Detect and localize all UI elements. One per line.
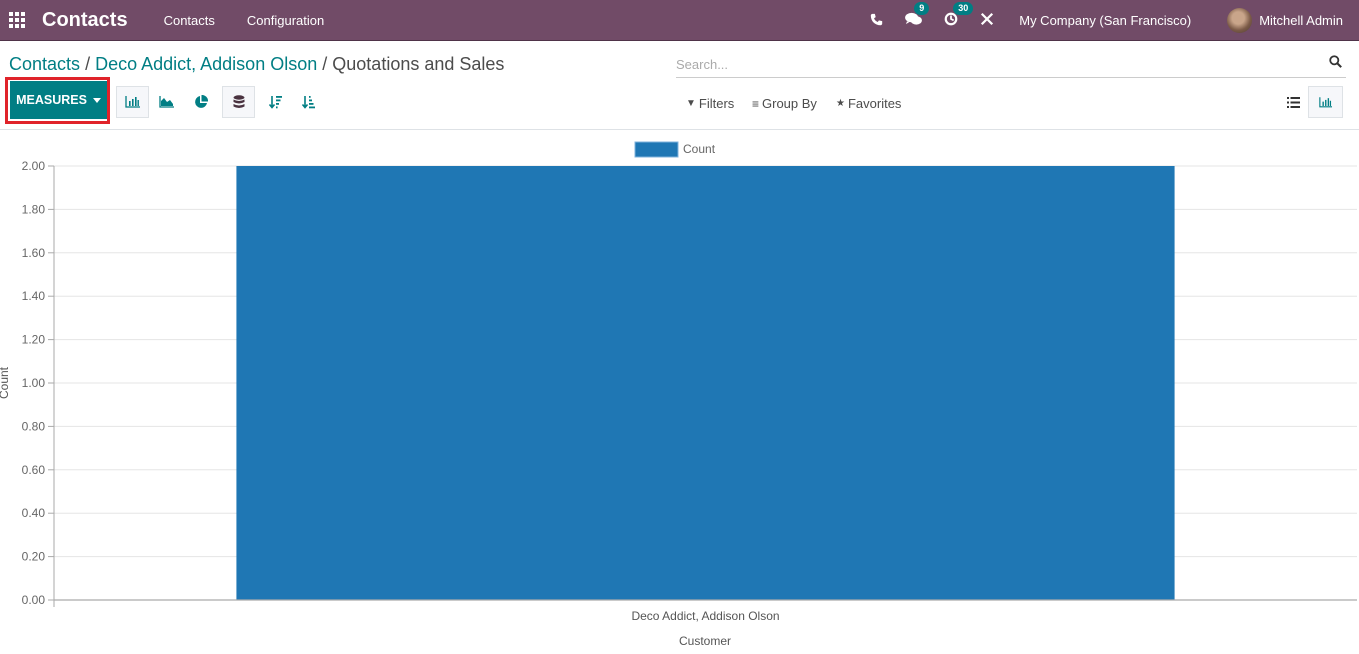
stacked-button[interactable]: [222, 86, 255, 118]
y-tick-labels: 0.00 0.20 0.40 0.60 0.80 1.00 1.20 1.40 1.60 1.80…: [22, 159, 54, 607]
filters-label: Filters: [698, 96, 735, 111]
list-icon: [1287, 96, 1300, 108]
user-menu[interactable]: Mitchell Admin: [1227, 8, 1343, 33]
bar-chart: 0.00 0.20 0.40 0.60 0.80 1.00 1.20 1.40 1.60 1.80…: [0, 141, 1357, 648]
legend-label: Count: [683, 142, 716, 156]
search-icon[interactable]: [1329, 55, 1342, 71]
search-input[interactable]: [676, 52, 1316, 76]
pie-chart-icon: [194, 95, 208, 108]
y-tick-label: 0.00: [22, 593, 46, 607]
breadcrumb-partner[interactable]: Deco Addict, Addison Olson: [95, 54, 317, 74]
y-tick-label: 1.40: [22, 289, 46, 303]
top-navbar: Contacts Contacts Configuration 9 30 My …: [0, 0, 1359, 41]
activities-badge: 30: [953, 2, 974, 15]
phone-icon[interactable]: [870, 13, 883, 29]
y-axis-label: Count: [0, 366, 11, 399]
graph-view: 0.00 0.20 0.40 0.60 0.80 1.00 1.20 1.40 1.60 1.80…: [0, 131, 1359, 649]
measures-button[interactable]: MEASURES: [10, 81, 107, 119]
favorites-label: Favorites: [847, 96, 902, 111]
messages-icon[interactable]: 9: [905, 2, 930, 29]
user-name: Mitchell Admin: [1259, 13, 1343, 28]
menu-configuration[interactable]: Configuration: [231, 13, 340, 28]
favorites-button[interactable]: ★ Favorites: [836, 96, 901, 111]
group-by-label: Group By: [762, 96, 817, 111]
company-switcher[interactable]: My Company (San Francisco): [1019, 13, 1191, 28]
search-bar: [676, 52, 1346, 78]
group-by-button[interactable]: ≡ Group By: [752, 96, 817, 111]
app-title[interactable]: Contacts: [42, 9, 128, 32]
app-switcher-icon[interactable]: [9, 12, 27, 28]
breadcrumb-separator: /: [85, 54, 91, 74]
legend: Count: [634, 141, 716, 158]
filters-button[interactable]: ▼ Filters: [686, 96, 734, 111]
bar-chart-icon: [1319, 96, 1332, 107]
measures-label: MEASURES: [16, 93, 87, 107]
sort-ascending-icon: [301, 96, 315, 109]
star-icon: ★: [836, 98, 845, 109]
x-tick-label: Deco Addict, Addison Olson: [631, 609, 779, 623]
y-tick-label: 1.00: [22, 376, 46, 390]
y-tick-label: 2.00: [22, 159, 46, 173]
pie-chart-button[interactable]: [184, 86, 217, 118]
legend-swatch: [634, 141, 679, 158]
filter-icon: ▼: [686, 98, 696, 109]
sort-ascending-button[interactable]: [292, 86, 325, 118]
bars: [236, 166, 1175, 600]
breadcrumb-contacts[interactable]: Contacts: [9, 54, 80, 74]
bar-chart-icon: [125, 96, 140, 108]
activities-icon[interactable]: 30: [944, 2, 974, 29]
caret-down-icon: [92, 97, 101, 103]
control-panel: Contacts / Deco Addict, Addison Olson / …: [0, 42, 1359, 130]
line-chart-button[interactable]: [150, 86, 183, 118]
sort-descending-icon: [268, 96, 282, 109]
avatar: [1227, 8, 1253, 33]
breadcrumb: Contacts / Deco Addict, Addison Olson / …: [9, 54, 504, 75]
database-icon: [233, 95, 244, 108]
bar-chart-button[interactable]: [116, 86, 149, 118]
breadcrumb-current: Quotations and Sales: [332, 54, 505, 74]
y-tick-label: 0.20: [22, 550, 46, 564]
bar: [236, 166, 1175, 600]
list-view-button[interactable]: [1276, 86, 1311, 118]
group-by-icon: ≡: [752, 96, 760, 111]
sort-descending-button[interactable]: [259, 86, 292, 118]
graph-view-button[interactable]: [1308, 86, 1343, 118]
area-chart-icon: [159, 96, 174, 108]
y-tick-label: 0.60: [22, 463, 46, 477]
tools-icon[interactable]: [980, 12, 994, 29]
breadcrumb-separator: /: [322, 54, 328, 74]
y-tick-label: 0.40: [22, 506, 46, 520]
menu-contacts[interactable]: Contacts: [148, 13, 231, 28]
y-tick-label: 0.80: [22, 419, 46, 433]
y-tick-label: 1.80: [22, 202, 46, 216]
y-tick-label: 1.60: [22, 246, 46, 260]
x-tick-labels: Deco Addict, Addison Olson: [631, 609, 779, 623]
y-tick-label: 1.20: [22, 333, 46, 347]
messages-badge: 9: [914, 2, 930, 15]
x-axis-label: Customer: [679, 634, 731, 648]
